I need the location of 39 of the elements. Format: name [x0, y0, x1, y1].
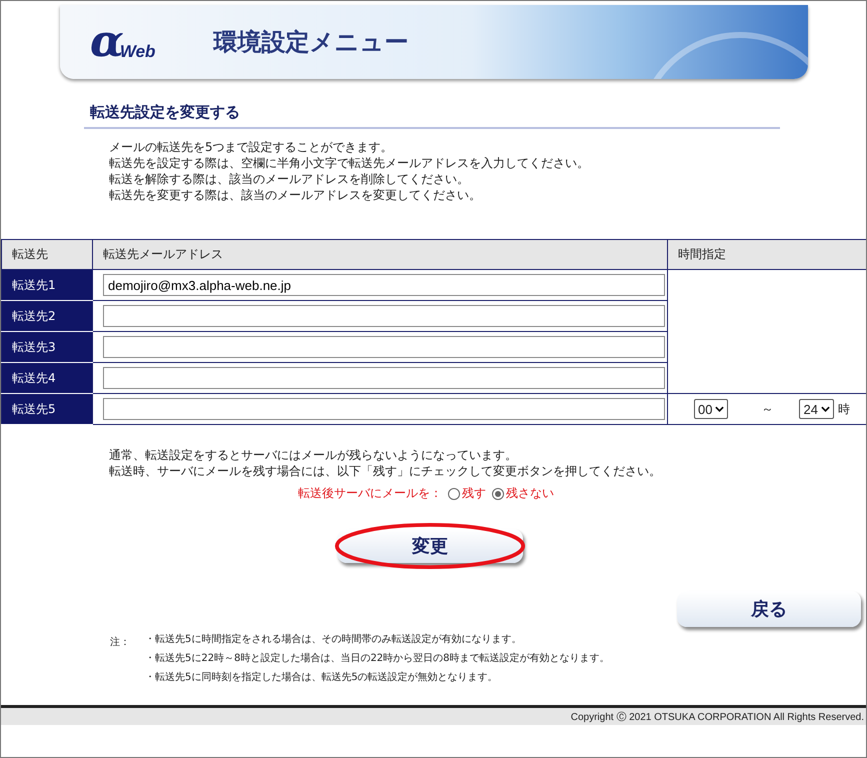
row-label: 転送先5 [2, 394, 92, 424]
notes-label: 注： [110, 636, 131, 650]
email-field[interactable]: demojiro@mx3.alpha-web.ne.jp [103, 274, 665, 296]
option-label: 転送後サーバにメールを： [298, 485, 442, 502]
notice-text: 転送時、サーバにメールを残す場合には、以下「残す」にチェックして変更ボタンを押してください。 [109, 463, 662, 479]
note-text: ・転送先5に22時～8時と設定した場合は、当日の22時から翌日の8時まで転送設定が有効となります。 [145, 654, 610, 664]
column-header: 時間指定 [668, 240, 866, 270]
caret-icon [715, 406, 724, 412]
intro-text: 転送を解除する際は、該当のメールアドレスを削除してください。 [109, 171, 470, 187]
intro-text: 転送先を変更する際は、該当のメールアドレスを変更してください。 [109, 187, 482, 203]
row-label: 転送先4 [2, 362, 92, 394]
tilde-text: ～ [761, 400, 774, 418]
copyright-text: Copyright Ⓒ 2021 OTSUKA CORPORATION All Rights Reserved. [570, 710, 864, 724]
radio-button[interactable] [448, 488, 460, 500]
caret-icon [820, 406, 830, 412]
change-button[interactable]: 変更 [337, 529, 523, 563]
email-field[interactable] [103, 305, 665, 327]
email-field[interactable] [103, 367, 665, 389]
notice-text: 通常、転送設定をするとサーバにはメールが残らないようになっています。 [109, 447, 518, 463]
column-header: 転送先メールアドレス [92, 240, 668, 270]
intro-text: 転送先を設定する際は、空欄に半角小文字で転送先メールアドレスを入力してください。 [109, 155, 590, 171]
radio-label[interactable]: 残さない [506, 485, 554, 502]
email-field[interactable] [103, 336, 665, 358]
email-field[interactable] [103, 398, 665, 420]
section-heading: 転送先設定を変更する [84, 103, 780, 129]
radio-label[interactable]: 残す [462, 485, 486, 502]
row-label: 転送先1 [2, 270, 92, 300]
note-text: ・転送先5に同時刻を指定した場合は、転送先5の転送設定が無効となります。 [145, 673, 499, 683]
back-button[interactable]: 戻る [677, 591, 861, 627]
row-label: 転送先3 [2, 332, 92, 362]
radio-button[interactable] [492, 488, 504, 500]
hour-select[interactable]: 24 [799, 399, 834, 419]
column-header: 転送先 [2, 240, 92, 270]
note-text: ・転送先5に時間指定をされる場合は、その時間帯のみ転送設定が有効になります。 [145, 635, 522, 645]
row-label: 転送先2 [2, 300, 92, 332]
hour-select[interactable]: 00 [694, 399, 728, 419]
intro-text: メールの転送先を5つまで設定することができます。 [109, 139, 394, 155]
unit-text: 時 [838, 400, 850, 418]
page-title: 環境設定メニュー [213, 27, 408, 58]
